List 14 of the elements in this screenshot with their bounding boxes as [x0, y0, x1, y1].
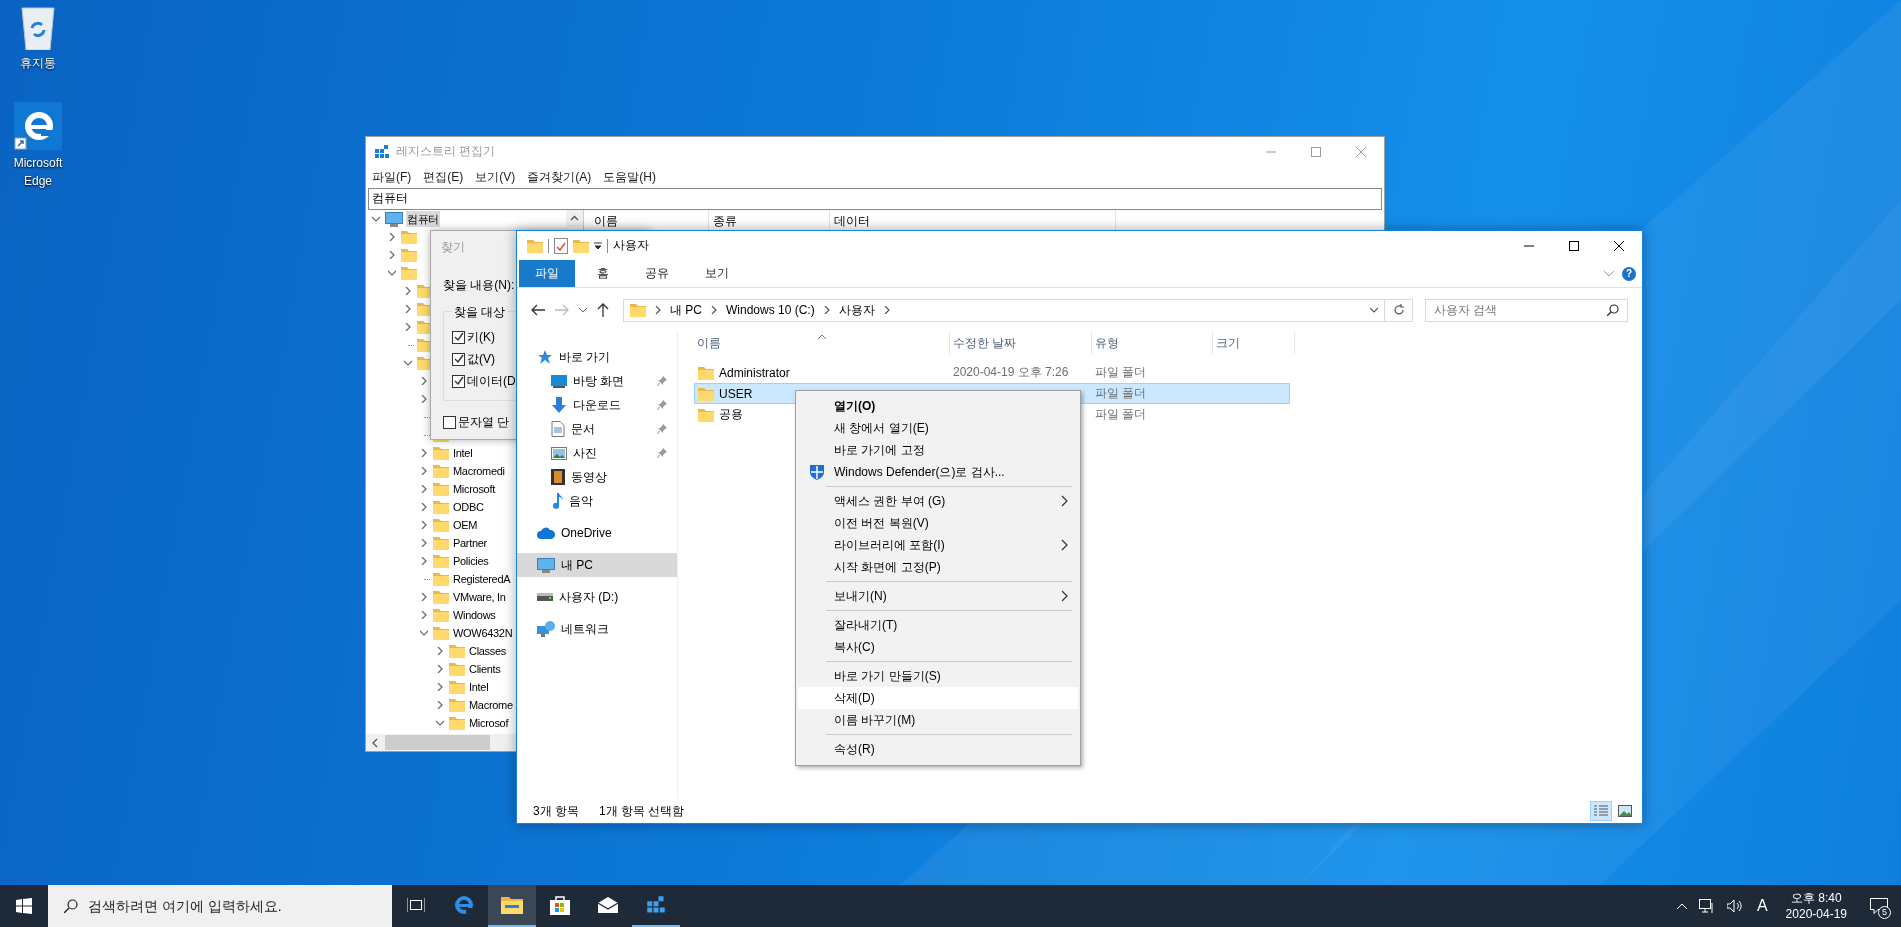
modified-date: 2020-04-19 오후 7:26 [953, 365, 1069, 379]
status-text: 1개 항목 선택함 [599, 802, 685, 820]
file-name: USER [719, 386, 753, 401]
group-label: 찾을 대상 [452, 304, 508, 321]
file-type: 파일 폴더 [1094, 364, 1148, 381]
window-title: 사용자 [613, 237, 649, 254]
file-type: 파일 폴더 [1094, 406, 1148, 423]
field-label: 찾을 내용(N): [443, 277, 515, 294]
dialog-title: 찾기 [441, 239, 465, 256]
file-name: 공용 [719, 406, 743, 423]
status-text: 3개 항목 [533, 802, 579, 820]
file-name: Administrator [719, 365, 790, 380]
window-title: 레지스트리 편집기 [396, 143, 496, 160]
file-type: 파일 폴더 [1094, 385, 1148, 402]
